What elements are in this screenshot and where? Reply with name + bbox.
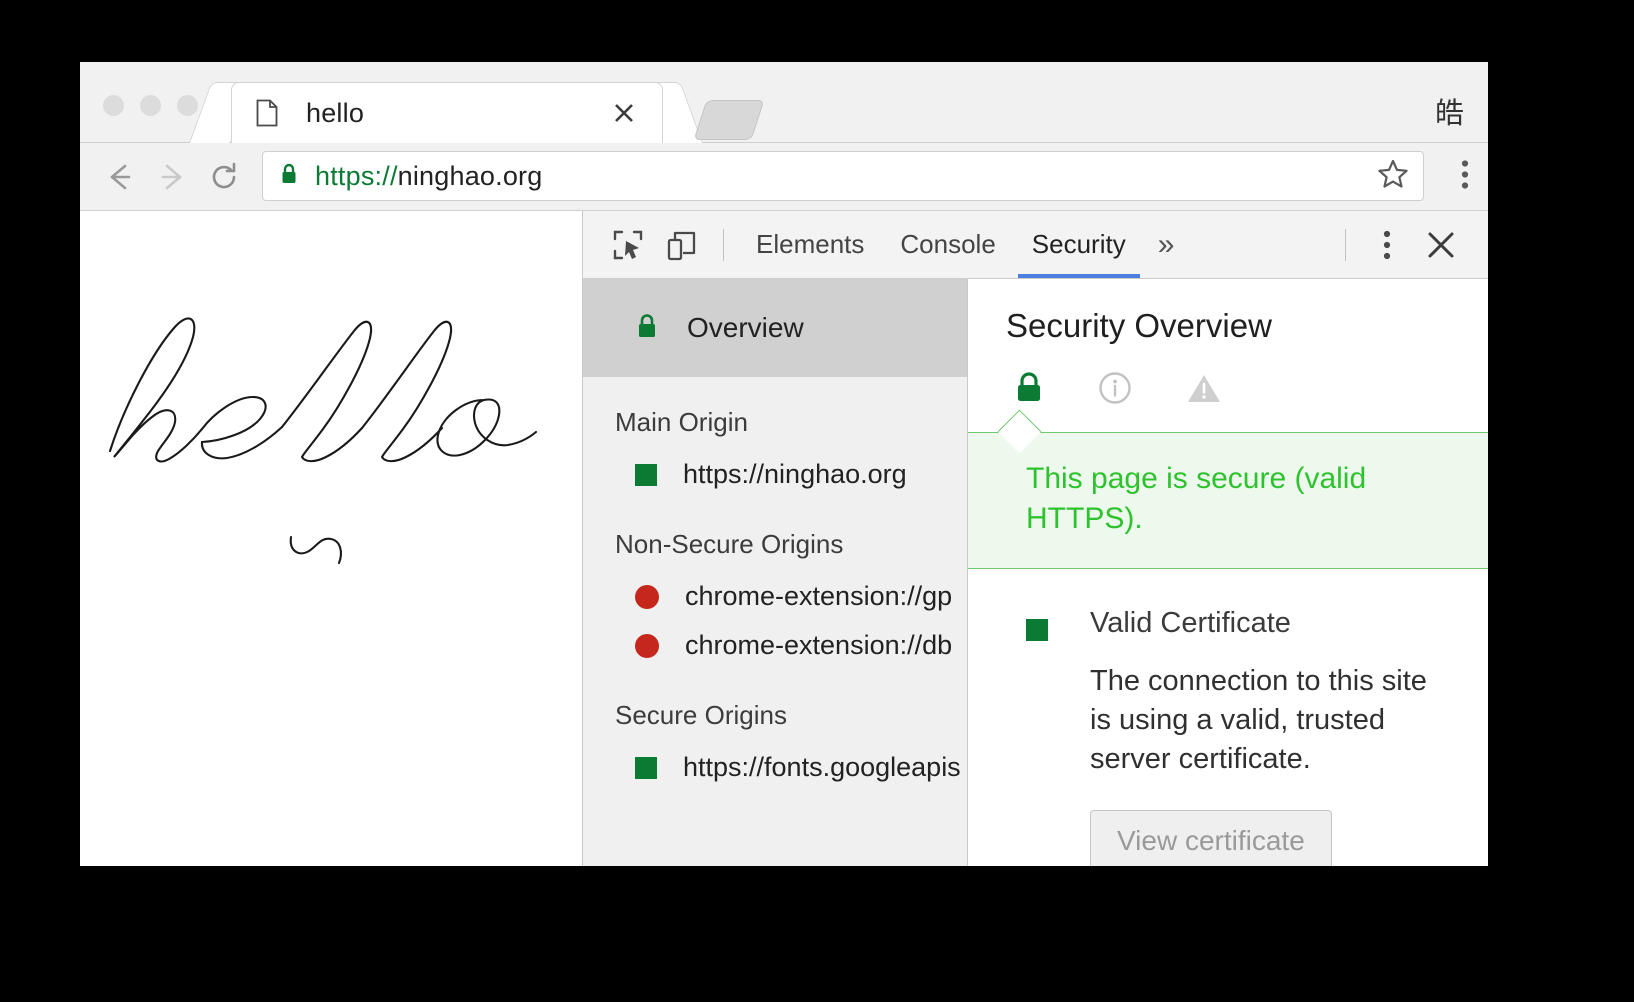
tab-console[interactable]: Console [882,211,1013,278]
devtools-panel: Elements Console Security » [583,211,1488,866]
tab-strip: hello 皓 [80,62,1488,143]
devtools-body: Overview Main Origin https://ninghao.org… [583,279,1488,866]
star-icon[interactable] [1377,158,1409,195]
close-window-button[interactable] [103,95,124,116]
navigation-bar: https://ninghao.org [80,143,1488,211]
sidebar-overview-label: Overview [687,312,804,344]
browser-window: hello 皓 [80,62,1488,866]
list-item[interactable]: https://ninghao.org [583,450,967,499]
page-viewport [80,211,583,866]
info-circle-icon [1098,371,1132,410]
profile-indicator[interactable]: 皓 [1435,90,1464,132]
certificate-section: Valid Certificate The connection to this… [968,569,1488,866]
sidebar-item-overview[interactable]: Overview [583,279,967,377]
tab-title: hello [306,98,364,129]
devtools-toolbar-right [1331,218,1488,272]
squiggle-flourish [285,531,355,576]
hello-artwork [90,301,560,566]
security-status-banner: This page is secure (valid HTTPS). [968,432,1488,569]
browser-menu-button[interactable] [1460,157,1470,196]
devtools-toolbar: Elements Console Security » [583,211,1488,279]
toolbar-divider-right [1345,229,1346,261]
origin-url: https://ninghao.org [683,459,907,490]
minimize-window-button[interactable] [140,95,161,116]
url-scheme: https:// [315,161,398,191]
security-status-text: This page is secure (valid HTTPS). [1026,459,1386,538]
content-area: Elements Console Security » [80,211,1488,866]
device-toolbar-icon[interactable] [655,218,709,272]
secure-status-icon [635,757,657,779]
more-tabs-chevron-icon[interactable]: » [1144,228,1189,262]
browser-tab[interactable]: hello [231,82,663,143]
lock-icon [279,162,299,191]
list-item[interactable]: https://fonts.googleapis [583,743,967,792]
window-controls[interactable] [103,95,198,116]
green-lock-icon [1014,371,1044,410]
group-title-secure-origins: Secure Origins [583,670,967,743]
maximize-window-button[interactable] [177,95,198,116]
nonsecure-status-icon [635,585,659,609]
security-overview-panel: Security Overview [968,279,1488,866]
secure-status-icon [1026,619,1048,641]
certificate-heading: Valid Certificate [1090,607,1448,640]
address-bar[interactable]: https://ninghao.org [262,151,1424,201]
tab-security[interactable]: Security [1014,211,1144,278]
toolbar-divider [723,229,724,261]
inspect-element-icon[interactable] [601,218,655,272]
green-lock-icon [635,312,659,345]
reload-button[interactable] [198,151,250,203]
warning-triangle-icon [1186,372,1222,409]
forward-button[interactable] [146,151,198,203]
summary-icon-row [968,345,1488,410]
list-item[interactable]: chrome-extension://db [583,621,967,670]
devtools-menu-button[interactable] [1360,218,1414,272]
list-item[interactable]: chrome-extension://gp [583,572,967,621]
tab-close-button[interactable] [610,99,638,127]
group-title-main-origin: Main Origin [583,377,967,450]
tab-elements[interactable]: Elements [738,211,882,278]
origin-url: https://fonts.googleapis [683,752,961,783]
new-tab-button[interactable] [694,100,765,140]
origin-url: chrome-extension://gp [685,581,952,612]
secure-status-icon [635,464,657,486]
nonsecure-status-icon [635,634,659,658]
origin-url: chrome-extension://db [685,630,952,661]
page-title: Security Overview [968,279,1488,345]
back-button[interactable] [94,151,146,203]
close-icon[interactable] [1414,218,1468,272]
security-sidebar: Overview Main Origin https://ninghao.org… [583,279,968,866]
certificate-description: The connection to this site is using a v… [1090,662,1448,779]
document-icon [256,99,278,127]
view-certificate-button[interactable]: View certificate [1090,810,1332,866]
url-host: ninghao.org [398,161,543,191]
group-title-non-secure-origins: Non-Secure Origins [583,499,967,572]
